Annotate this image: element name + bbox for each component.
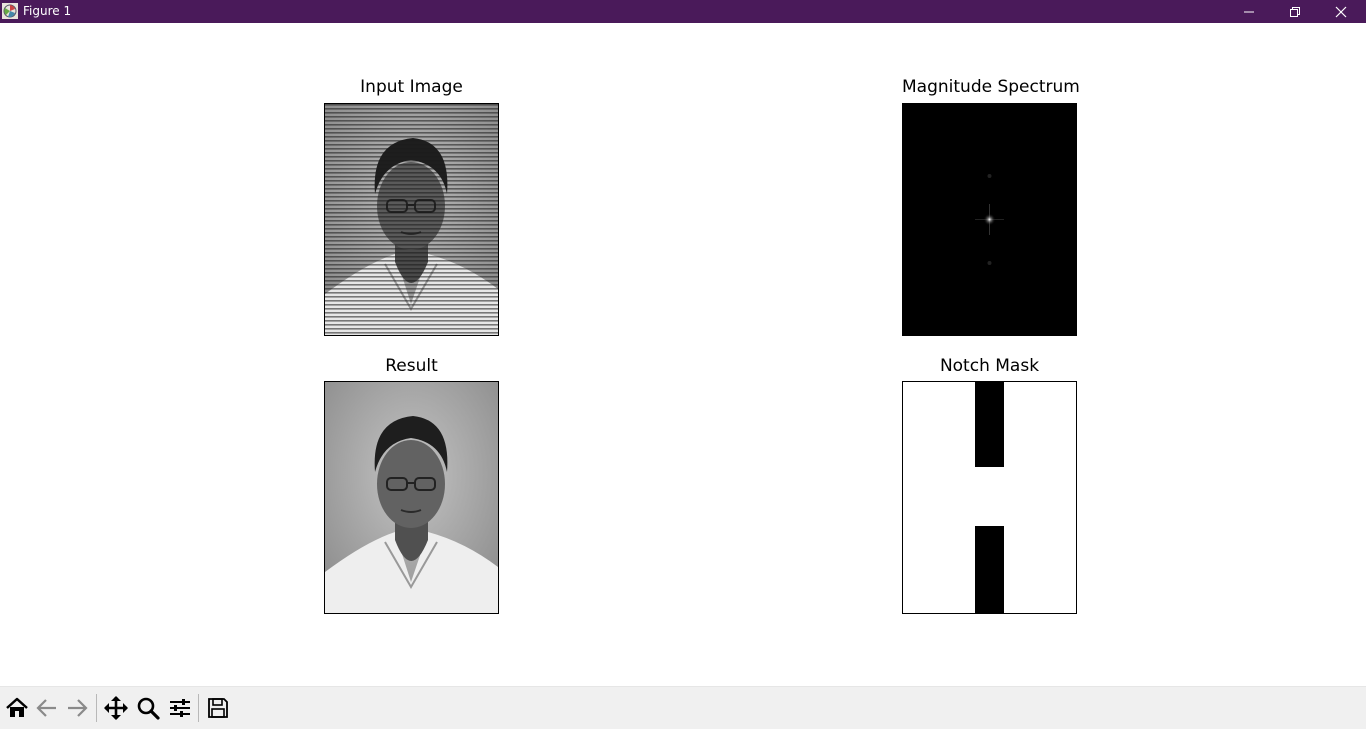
pan-button[interactable]	[101, 692, 131, 724]
sliders-icon	[170, 699, 190, 717]
restore-button[interactable]	[1272, 0, 1318, 23]
result-image	[325, 382, 498, 613]
forward-arrow-icon	[68, 699, 88, 717]
close-icon	[1335, 6, 1347, 17]
zoom-button[interactable]	[133, 692, 163, 724]
input-image	[325, 104, 498, 335]
home-button[interactable]	[2, 692, 32, 724]
notch-mask-axes	[902, 381, 1077, 614]
figure-canvas[interactable]: Input Image Magnitude Spectrum Result No…	[0, 23, 1366, 686]
magnitude-spectrum-title: Magnitude Spectrum	[902, 77, 1080, 97]
input-image-axes	[324, 103, 499, 336]
back-button[interactable]	[32, 692, 62, 724]
notch-mask-title: Notch Mask	[939, 356, 1040, 376]
back-arrow-icon	[36, 699, 56, 717]
magnifier-icon	[137, 697, 160, 720]
window-title: Figure 1	[23, 4, 72, 18]
minimize-icon	[1244, 11, 1254, 12]
home-icon	[6, 697, 28, 717]
input-image-title: Input Image	[360, 77, 463, 97]
result-title: Result	[385, 356, 438, 376]
window-titlebar: Figure 1	[0, 0, 1366, 23]
notch-mask-image	[903, 382, 1076, 613]
toolbar-separator	[96, 694, 97, 722]
toolbar-separator	[198, 694, 199, 722]
minimize-button[interactable]	[1226, 0, 1272, 23]
notch-band-top	[975, 382, 1004, 467]
result-axes	[324, 381, 499, 614]
magnitude-spectrum-axes	[902, 103, 1077, 336]
notch-band-bottom	[975, 526, 1004, 613]
magnitude-spectrum-image	[903, 104, 1076, 335]
matplotlib-app-icon	[2, 3, 18, 19]
save-button[interactable]	[203, 692, 233, 724]
move-icon	[104, 696, 128, 720]
forward-button[interactable]	[62, 692, 92, 724]
close-button[interactable]	[1318, 0, 1364, 23]
configure-subplots-button[interactable]	[165, 692, 195, 724]
navigation-toolbar	[0, 686, 1366, 729]
floppy-disk-icon	[208, 698, 228, 718]
restore-icon	[1290, 6, 1300, 17]
